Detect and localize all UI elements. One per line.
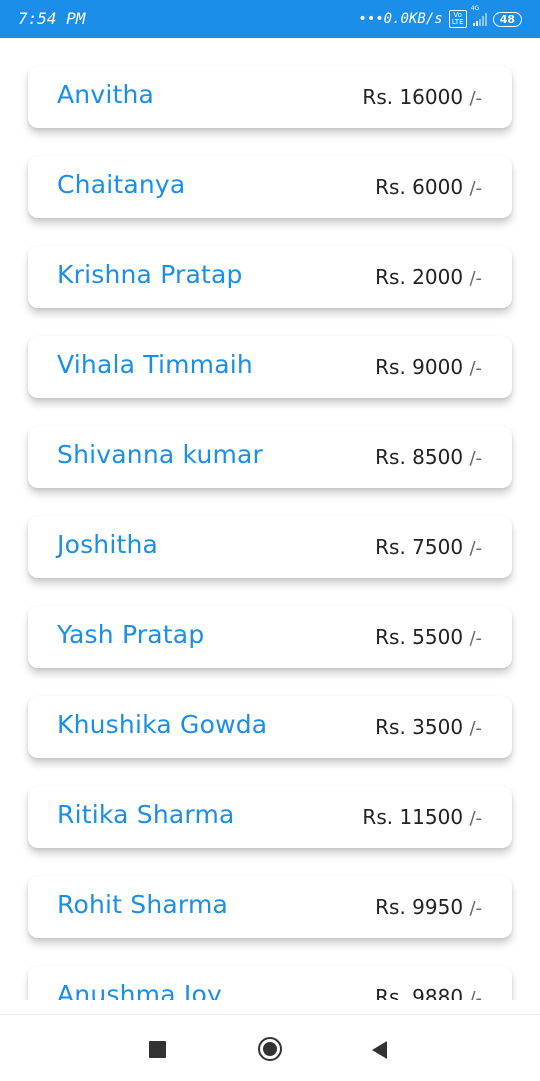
item-name: Anvitha: [57, 80, 155, 109]
list-item[interactable]: Ritika Sharma Rs. 11500 /-: [28, 786, 512, 848]
item-name: Joshitha: [57, 530, 159, 559]
list-item[interactable]: Shivanna kumar Rs. 8500 /-: [28, 426, 512, 488]
network-speed: •••0.0KB/s: [358, 11, 443, 27]
status-bar: 7:54 PM •••0.0KB/s Vo LTE 4G 48: [0, 0, 540, 38]
item-amount: Rs. 16000 /-: [362, 85, 482, 109]
expense-list: Anvitha Rs. 16000 /- Chaitanya Rs. 6000 …: [0, 38, 540, 1000]
item-amount: Rs. 9880 /-: [375, 985, 482, 1000]
list-item[interactable]: Joshitha Rs. 7500 /-: [28, 516, 512, 578]
volte-icon: Vo LTE: [448, 10, 467, 28]
item-amount: Rs. 5500 /-: [375, 625, 482, 649]
list-item[interactable]: Vihala Timmaih Rs. 9000 /-: [28, 336, 512, 398]
item-amount: Rs. 3500 /-: [375, 715, 482, 739]
list-item[interactable]: Rohit Sharma Rs. 9950 /-: [28, 876, 512, 938]
status-time: 7:54 PM: [18, 9, 86, 28]
list-item[interactable]: Khushika Gowda Rs. 3500 /-: [28, 696, 512, 758]
item-amount: Rs. 2000 /-: [375, 265, 482, 289]
item-name: Rohit Sharma: [57, 890, 229, 919]
item-amount: Rs. 9000 /-: [375, 355, 482, 379]
item-name: Anushma Joy: [57, 980, 222, 1000]
back-triangle-icon[interactable]: [372, 1041, 387, 1059]
item-amount: Rs. 9950 /-: [375, 895, 482, 919]
list-item[interactable]: Anushma Joy Rs. 9880 /-: [28, 966, 512, 1000]
item-amount: Rs. 8500 /-: [375, 445, 482, 469]
item-amount: Rs. 6000 /-: [375, 175, 482, 199]
home-circle-icon[interactable]: [258, 1037, 282, 1061]
network-type: 4G: [470, 5, 480, 12]
signal-icon: 4G: [471, 5, 487, 26]
item-name: Chaitanya: [57, 170, 186, 199]
list-item[interactable]: Chaitanya Rs. 6000 /-: [28, 156, 512, 218]
list-item[interactable]: Krishna Pratap Rs. 2000 /-: [28, 246, 512, 308]
item-amount: Rs. 7500 /-: [375, 535, 482, 559]
list-item[interactable]: Anvitha Rs. 16000 /-: [28, 66, 512, 128]
item-name: Khushika Gowda: [57, 710, 268, 739]
navigation-bar: [0, 1014, 540, 1081]
list-item[interactable]: Yash Pratap Rs. 5500 /-: [28, 606, 512, 668]
item-name: Krishna Pratap: [57, 260, 243, 289]
status-icons: •••0.0KB/s Vo LTE 4G 48: [358, 5, 522, 30]
item-name: Shivanna kumar: [57, 440, 264, 469]
item-name: Ritika Sharma: [57, 800, 235, 829]
item-name: Yash Pratap: [57, 620, 205, 649]
battery-icon: 48: [492, 11, 522, 27]
item-amount: Rs. 11500 /-: [362, 805, 482, 829]
recents-square-icon[interactable]: [149, 1041, 166, 1058]
item-name: Vihala Timmaih: [57, 350, 253, 379]
